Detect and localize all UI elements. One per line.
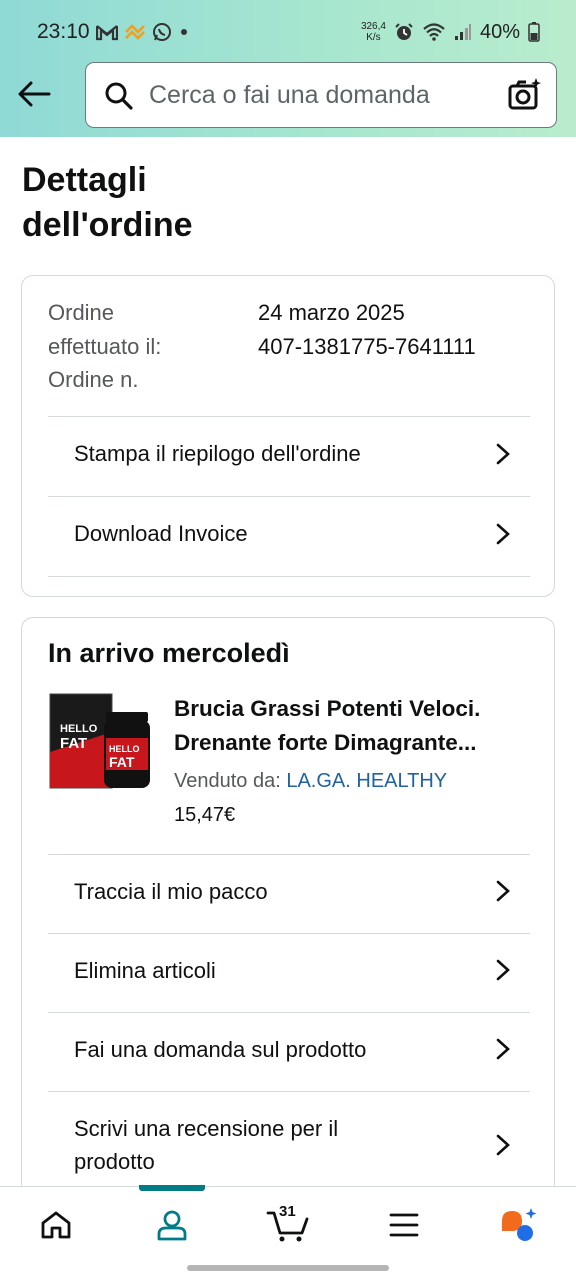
hamburger-menu-icon: [389, 1213, 419, 1237]
home-icon: [41, 1211, 71, 1239]
order-values: 24 marzo 2025 407-1381775-7641111: [258, 296, 476, 363]
chevron-right-icon: [496, 1038, 510, 1060]
whatsapp-icon: [153, 23, 171, 41]
product-price: 15,47€: [174, 804, 236, 826]
app-header: 23:10 326,4 K/s 40% Cerca o fai una doma…: [0, 0, 576, 137]
print-summary-label: Stampa il riepilogo dell'ordine: [74, 441, 361, 466]
write-review-label-line2: prodotto: [74, 1149, 155, 1174]
page-title: Dettagli dell'ordine: [22, 158, 322, 248]
download-invoice-row[interactable]: Download Invoice: [48, 496, 530, 576]
network-speed: 326,4 K/s: [361, 21, 386, 43]
active-tab-indicator: [139, 1185, 205, 1191]
delivery-status-title: In arrivo mercoledì: [48, 638, 290, 668]
product-image-text-1: HELLO: [60, 723, 98, 735]
remove-items-row[interactable]: Elimina articoli: [48, 933, 530, 1012]
seller-link[interactable]: LA.GA. HEALTHY: [286, 770, 447, 792]
wifi-icon: [423, 23, 445, 41]
product-title[interactable]: Brucia Grassi Potenti Veloci. Drenante f…: [174, 692, 534, 759]
write-review-row[interactable]: Scrivi una recensione per il prodotto: [48, 1091, 530, 1201]
status-bar: 23:10 326,4 K/s 40%: [0, 0, 576, 64]
shipment-card: In arrivo mercoledì HELLO FAT HELLO FAT …: [21, 617, 555, 1217]
order-labels: Ordine effettuato il: Ordine n.: [48, 296, 161, 397]
more-dot-icon: [181, 29, 187, 35]
gmail-icon: [96, 25, 118, 41]
arrow-left-icon: [18, 81, 51, 107]
track-package-label: Traccia il mio pacco: [74, 879, 268, 904]
camera-search-icon[interactable]: [508, 77, 542, 113]
cart-count-badge: 31: [279, 1203, 296, 1220]
order-date-label-cont: effettuato il:: [48, 333, 162, 359]
status-time: 23:10: [37, 20, 90, 43]
remove-items-label: Elimina articoli: [74, 958, 216, 983]
search-icon: [105, 82, 133, 110]
network-speed-unit: K/s: [366, 32, 381, 43]
nav-account[interactable]: [152, 1205, 192, 1245]
order-number-label: Ordine n.: [48, 367, 139, 392]
product-image[interactable]: HELLO FAT HELLO FAT: [48, 692, 152, 798]
print-summary-row[interactable]: Stampa il riepilogo dell'ordine: [48, 416, 530, 496]
track-package-row[interactable]: Traccia il mio pacco: [48, 854, 530, 933]
user-icon: [157, 1210, 187, 1241]
page-title-line1: Dettagli: [22, 161, 147, 199]
chevron-right-icon: [496, 443, 510, 465]
divider: [48, 576, 530, 577]
write-review-label: Scrivi una recensione per il prodotto: [74, 1112, 338, 1178]
battery-icon: [528, 22, 540, 42]
product-image-text-2: FAT: [60, 735, 87, 752]
chevron-right-icon: [496, 523, 510, 545]
battery-level: 40%: [479, 20, 520, 43]
app-notification-icon: [125, 24, 145, 40]
alarm-icon: [395, 23, 413, 40]
product-title-line2: Drenante forte Dimagrante...: [174, 729, 477, 755]
network-speed-value: 326,4: [360, 21, 386, 32]
nav-home[interactable]: [36, 1205, 76, 1245]
seller-prefix: Venduto da:: [174, 770, 281, 792]
order-date-label: Ordine: [48, 300, 115, 325]
nav-rufus-assistant[interactable]: [498, 1205, 538, 1245]
download-invoice-label: Download Invoice: [74, 521, 248, 546]
chevron-right-icon: [496, 959, 510, 981]
chevron-right-icon: [496, 880, 510, 902]
assistant-chat-icon: [502, 1208, 537, 1241]
search-bar[interactable]: Cerca o fai una domanda: [85, 62, 557, 128]
nav-menu[interactable]: [384, 1205, 424, 1245]
bottom-navigation: [0, 1185, 576, 1260]
ask-question-row[interactable]: Fai una domanda sul prodotto: [48, 1012, 530, 1091]
chevron-right-icon: [496, 1134, 510, 1156]
page-title-line2: dell'ordine: [22, 206, 193, 244]
signal-icon: [454, 24, 471, 40]
write-review-label-line1: Scrivi una recensione per il: [74, 1116, 339, 1141]
ask-question-label: Fai una domanda sul prodotto: [74, 1037, 367, 1062]
search-input[interactable]: Cerca o fai una domanda: [149, 81, 430, 110]
status-right: 326,4 K/s 40%: [361, 18, 540, 46]
order-summary-card: Ordine effettuato il: Ordine n. 24 marzo…: [21, 275, 555, 597]
product-title-line1: Brucia Grassi Potenti Veloci.: [174, 696, 481, 721]
order-number-value: 407-1381775-7641111: [258, 333, 476, 359]
back-button[interactable]: [14, 74, 54, 114]
product-bottle-text-1: HELLO: [109, 744, 140, 754]
gesture-navigation-bar[interactable]: [187, 1265, 389, 1271]
notification-icons: [96, 20, 190, 44]
product-bottle-text-2: FAT: [109, 754, 135, 770]
order-date-value: 24 marzo 2025: [258, 300, 405, 325]
seller-info: Venduto da: LA.GA. HEALTHY: [174, 770, 447, 793]
